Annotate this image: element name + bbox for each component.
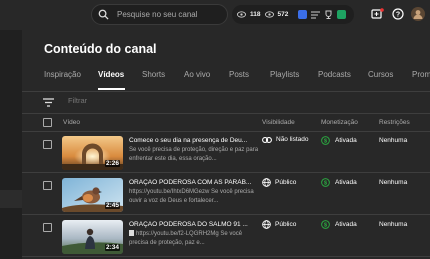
video-description: https://youtu.be/IhtxD6MGezw Se você pre…	[129, 189, 254, 204]
video-description: https://youtu.be/f2-LQGRH2Mg Se você pre…	[129, 230, 259, 247]
tab-courses[interactable]: Cursos	[368, 70, 393, 79]
sidebar	[0, 30, 22, 259]
video-title[interactable]: ORAÇÃO PODEROSA COM AS PARÁB...	[129, 179, 264, 186]
create-button[interactable]	[369, 6, 385, 22]
monetization-cell[interactable]: $ Ativada	[321, 220, 357, 229]
video-thumbnail[interactable]: 2:34	[62, 220, 123, 254]
tab-videos[interactable]: Vídeos	[98, 70, 124, 79]
visibility-cell[interactable]: Público	[262, 220, 296, 229]
help-button[interactable]: ?	[390, 6, 406, 22]
row-checkbox[interactable]	[43, 223, 52, 232]
search-icon	[98, 9, 109, 20]
eye-icon	[264, 11, 274, 18]
tab-inspiration[interactable]: Inspiração	[44, 70, 81, 79]
monetization-label: Ativada	[335, 179, 357, 186]
visibility-label: Não listado	[276, 136, 309, 143]
document-icon	[129, 230, 134, 236]
create-video-icon	[370, 8, 384, 19]
extension-badge-icon[interactable]	[298, 10, 308, 19]
avatar[interactable]	[410, 6, 426, 22]
tab-posts[interactable]: Posts	[229, 70, 249, 79]
avatar-icon	[411, 7, 425, 21]
video-description-text: https://youtu.be/f2-LQGRH2Mg Se você pre…	[129, 231, 243, 246]
visibility-cell[interactable]: Público	[262, 178, 296, 187]
table-row[interactable]: 2:34 ORAÇÃO PODEROSA DO SALMO 91 ... htt…	[22, 217, 430, 257]
search-box[interactable]: Pesquise no seu canal	[91, 4, 228, 25]
monetization-label: Ativada	[335, 221, 357, 228]
top-bar: Pesquise no seu canal 118 572 ?	[0, 0, 430, 30]
tab-bar: Inspiração Vídeos Shorts Ao vivo Posts P…	[22, 70, 430, 92]
video-duration: 2:45	[104, 202, 120, 209]
visibility-label: Público	[275, 221, 297, 228]
video-duration: 2:34	[104, 244, 120, 251]
restrictions-label: Nenhuma	[379, 179, 408, 186]
views-count: 118	[250, 11, 261, 18]
extension-stats-bar: 118 572	[232, 5, 354, 24]
visibility-cell[interactable]: Não listado	[262, 136, 309, 143]
column-monetization[interactable]: Monetização	[321, 119, 358, 126]
monetization-cell[interactable]: $ Ativada	[321, 178, 357, 187]
filter-bar: Filtrar	[22, 92, 430, 114]
video-title[interactable]: Comece o seu dia na presença de Deu...	[129, 137, 264, 144]
tab-shorts[interactable]: Shorts	[142, 70, 165, 79]
globe-icon	[262, 220, 271, 229]
list-icon[interactable]	[311, 11, 321, 19]
trophy-icon[interactable]	[324, 10, 333, 19]
tab-live[interactable]: Ao vivo	[184, 70, 210, 79]
row-checkbox[interactable]	[43, 181, 52, 190]
column-restrictions[interactable]: Restrições	[379, 119, 410, 126]
dollar-icon: $	[321, 136, 330, 145]
tab-playlists[interactable]: Playlists	[270, 70, 299, 79]
help-icon: ?	[392, 8, 404, 20]
video-title[interactable]: ORAÇÃO PODEROSA DO SALMO 91 ...	[129, 221, 264, 228]
subscribers-count: 572	[277, 11, 289, 18]
search-input[interactable]: Pesquise no seu canal	[117, 10, 198, 19]
filter-icon[interactable]	[43, 98, 54, 107]
filter-input[interactable]: Filtrar	[68, 96, 87, 105]
extension-green-icon[interactable]	[337, 10, 347, 19]
table-row[interactable]: 2:45 ORAÇÃO PODEROSA COM AS PARÁB... htt…	[22, 175, 430, 215]
globe-icon	[262, 178, 271, 187]
column-visibility[interactable]: Visibilidade	[262, 119, 295, 126]
monetization-label: Ativada	[335, 137, 357, 144]
column-video[interactable]: Vídeo	[63, 119, 80, 126]
page-title: Conteúdo do canal	[44, 42, 157, 56]
dollar-icon: $	[321, 220, 330, 229]
table-header: Vídeo Visibilidade Monetização Restriçõe…	[22, 114, 430, 132]
dollar-icon: $	[321, 178, 330, 187]
monetization-cell[interactable]: $ Ativada	[321, 136, 357, 145]
tab-podcasts[interactable]: Podcasts	[318, 70, 351, 79]
video-duration: 2:26	[104, 160, 120, 167]
visibility-label: Público	[275, 179, 297, 186]
restrictions-label: Nenhuma	[379, 137, 408, 144]
video-description: Se você precisa de proteção, direção e p…	[129, 147, 259, 162]
link-icon	[262, 136, 272, 143]
eye-icon	[237, 11, 246, 18]
table-row[interactable]: 2:26 Comece o seu dia na presença de Deu…	[22, 133, 430, 173]
select-all-checkbox[interactable]	[43, 118, 52, 127]
active-tab-indicator	[98, 88, 125, 90]
video-thumbnail[interactable]: 2:26	[62, 136, 123, 170]
channel-content-panel: Conteúdo do canal Inspiração Vídeos Shor…	[22, 30, 430, 259]
restrictions-label: Nenhuma	[379, 221, 408, 228]
svg-text:?: ?	[396, 12, 400, 19]
sidebar-selected-item[interactable]	[0, 190, 22, 208]
video-thumbnail[interactable]: 2:45	[62, 178, 123, 212]
tab-promotions[interactable]: Promo	[412, 70, 430, 79]
row-checkbox[interactable]	[43, 140, 52, 149]
